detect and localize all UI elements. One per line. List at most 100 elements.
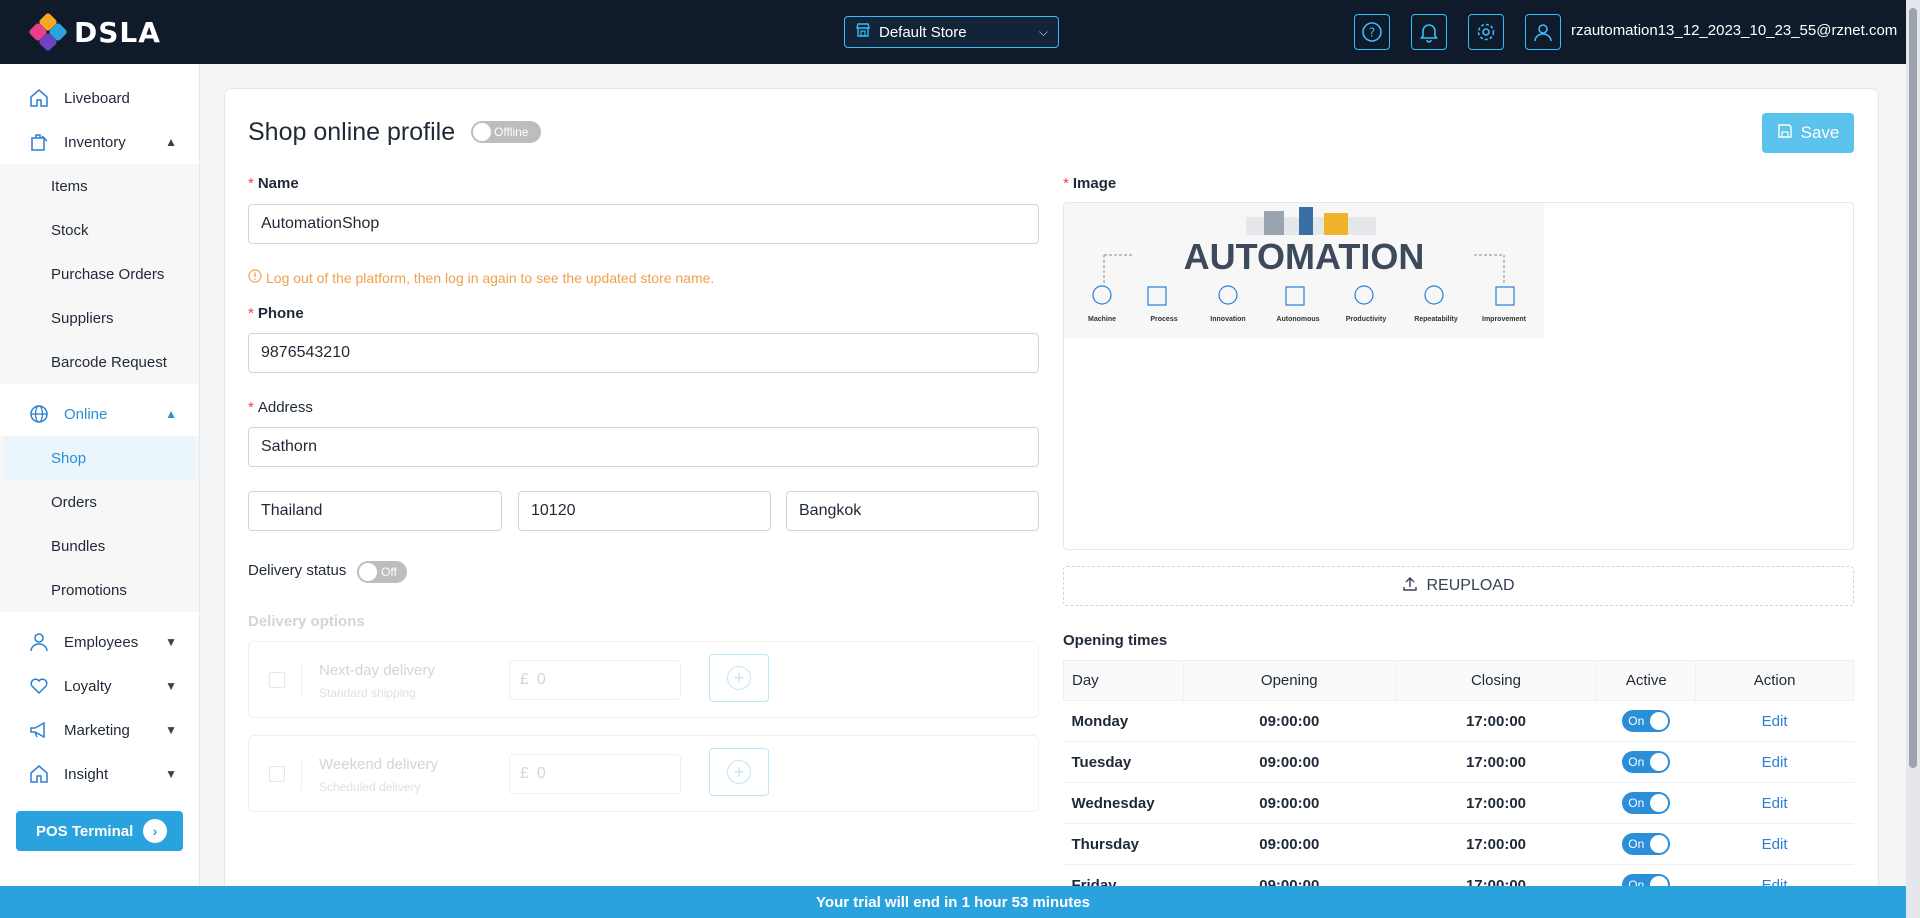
save-button[interactable]: Save — [1762, 113, 1854, 153]
pos-terminal-button[interactable]: POS Terminal › — [16, 811, 183, 851]
globe-icon — [28, 403, 50, 425]
delivery-status-toggle[interactable]: Off — [357, 561, 407, 583]
price-value: 0 — [536, 765, 546, 782]
phone-label: * Phone — [248, 305, 304, 322]
bell-icon[interactable] — [1411, 14, 1447, 50]
sidebar-item-suppliers[interactable]: Suppliers — [0, 296, 199, 340]
sidebar-item-insight[interactable]: Insight ▼ — [0, 752, 199, 796]
postcode-input[interactable]: 10120 — [518, 491, 771, 531]
column-header: Day — [1063, 660, 1184, 701]
sidebar-item-shop[interactable]: Shop — [4, 436, 195, 480]
delivery-option-title: Weekend delivery — [319, 756, 438, 773]
active-toggle[interactable]: On — [1622, 710, 1671, 732]
page-scrollbar[interactable] — [1906, 0, 1920, 918]
sidebar-item-marketing[interactable]: Marketing ▼ — [0, 708, 199, 752]
edit-link[interactable]: Edit — [1695, 700, 1854, 742]
address-label: * Address — [248, 399, 313, 416]
chevron-down-icon: ▼ — [165, 679, 177, 693]
sidebar-item-label: Loyalty — [64, 677, 112, 695]
delivery-option: Weekend delivery Scheduled delivery £ 0 … — [248, 735, 1039, 812]
scrollbar-thumb[interactable] — [1909, 8, 1917, 768]
sidebar-item-online[interactable]: Online ▲ — [0, 392, 199, 436]
delivery-status-label: Delivery status — [248, 562, 347, 579]
column-header: Closing — [1394, 660, 1598, 701]
image-tag: Machine — [1088, 316, 1116, 323]
name-input[interactable]: AutomationShop — [248, 204, 1039, 244]
sidebar-item-purchase-orders[interactable]: Purchase Orders — [0, 252, 199, 296]
user-icon[interactable] — [1525, 14, 1561, 50]
phone-input[interactable]: 9876543210 — [248, 333, 1039, 373]
automation-illustration: AUTOMATION Machine Process Innovation Au… — [1064, 203, 1544, 338]
address-input[interactable]: Sathorn — [248, 427, 1039, 467]
sidebar-item-employees[interactable]: Employees ▼ — [0, 620, 199, 664]
user-email[interactable]: rzautomation13_12_2023_10_23_55@rznet.co… — [1571, 22, 1897, 39]
city-input[interactable]: Bangkok — [786, 491, 1039, 531]
opening-cell: 09:00:00 — [1183, 700, 1396, 742]
opening-times-table: Day Opening Closing Active Action Monday… — [1063, 660, 1854, 906]
sidebar-item-loyalty[interactable]: Loyalty ▼ — [0, 664, 199, 708]
table-row: Wednesday 09:00:00 17:00:00 On Edit — [1063, 782, 1854, 824]
active-cell: On — [1596, 700, 1696, 742]
delivery-price-input[interactable]: £ 0 — [509, 754, 681, 794]
plus-circle-icon: + — [727, 760, 751, 784]
reupload-label: REUPLOAD — [1426, 577, 1515, 594]
day-cell: Thursday — [1063, 823, 1184, 865]
edit-link[interactable]: Edit — [1695, 782, 1854, 824]
delivery-price-input[interactable]: £ 0 — [509, 660, 681, 700]
sidebar-item-items[interactable]: Items — [0, 164, 199, 208]
active-toggle[interactable]: On — [1622, 792, 1671, 814]
divider — [301, 664, 302, 696]
sidebar-item-stock[interactable]: Stock — [0, 208, 199, 252]
image-tag: Productivity — [1346, 316, 1387, 323]
heart-icon — [28, 675, 50, 697]
edit-link[interactable]: Edit — [1695, 823, 1854, 865]
closing-cell: 17:00:00 — [1395, 782, 1597, 824]
active-cell: On — [1596, 782, 1696, 824]
inventory-icon — [28, 131, 50, 153]
top-bar: DSLA Default Store ⌵ ? rzautomation13_12… — [0, 0, 1920, 64]
sidebar-item-inventory[interactable]: Inventory ▲ — [0, 120, 199, 164]
active-toggle[interactable]: On — [1622, 751, 1671, 773]
megaphone-icon — [28, 719, 50, 741]
sidebar-item-promotions[interactable]: Promotions — [0, 568, 199, 612]
plus-circle-icon: + — [727, 666, 751, 690]
currency-symbol: £ — [520, 765, 529, 782]
toggle-knob — [473, 123, 491, 141]
opening-cell: 09:00:00 — [1183, 823, 1396, 865]
divider — [301, 758, 302, 790]
sidebar-item-label: Marketing — [64, 721, 130, 739]
sidebar-item-orders[interactable]: Orders — [0, 480, 199, 524]
chevron-down-icon: ▼ — [165, 635, 177, 649]
add-delivery-button[interactable]: + — [709, 748, 769, 796]
active-toggle[interactable]: On — [1622, 833, 1671, 855]
logo-text: DSLA — [74, 15, 161, 49]
add-delivery-button[interactable]: + — [709, 654, 769, 702]
home-icon — [28, 87, 50, 109]
image-headline: AUTOMATION — [1184, 236, 1425, 277]
column-header: Active — [1596, 660, 1697, 701]
sidebar-item-bundles[interactable]: Bundles — [0, 524, 199, 568]
sidebar: Liveboard Inventory ▲ Items Stock Purcha… — [0, 64, 200, 918]
edit-link[interactable]: Edit — [1695, 741, 1854, 783]
sidebar-item-barcode-request[interactable]: Barcode Request — [0, 340, 199, 384]
page-title: Shop online profile — [248, 118, 456, 146]
trial-banner: Your trial will end in 1 hour 53 minutes — [0, 886, 1906, 918]
info-circle-icon — [248, 269, 262, 286]
logo[interactable]: DSLA — [28, 12, 161, 52]
active-cell: On — [1596, 823, 1696, 865]
gear-icon[interactable] — [1468, 14, 1504, 50]
online-status-toggle[interactable]: Offline — [471, 121, 541, 143]
sidebar-item-liveboard[interactable]: Liveboard — [0, 76, 199, 120]
price-value: 0 — [536, 671, 546, 688]
help-icon[interactable]: ? — [1354, 14, 1390, 50]
reupload-button[interactable]: REUPLOAD — [1063, 566, 1854, 606]
online-status-label: Offline — [494, 125, 529, 139]
store-select[interactable]: Default Store ⌵ — [844, 16, 1059, 48]
delivery-option-checkbox[interactable] — [269, 672, 285, 688]
day-cell: Tuesday — [1063, 741, 1184, 783]
chevron-down-icon: ▼ — [165, 767, 177, 781]
column-header: Opening — [1182, 660, 1396, 701]
sidebar-item-label: Insight — [64, 765, 109, 783]
delivery-option-checkbox[interactable] — [269, 766, 285, 782]
country-input[interactable]: Thailand — [248, 491, 502, 531]
